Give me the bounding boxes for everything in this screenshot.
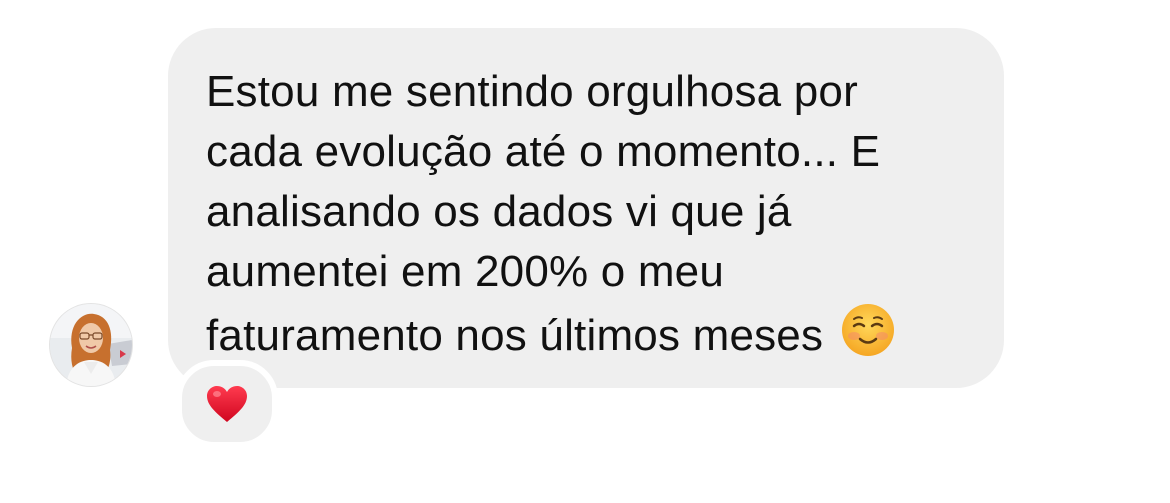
message-line: analisando os dados vi que já: [206, 187, 792, 236]
message-line: Estou me sentindo orgulhosa por: [206, 67, 858, 116]
chat-thread: Estou me sentindo orgulhosa por cada evo…: [0, 0, 1170, 503]
message-bubble[interactable]: Estou me sentindo orgulhosa por cada evo…: [168, 28, 1004, 388]
message-line: cada evolução até o momento... E: [206, 127, 881, 176]
avatar-photo: [50, 304, 132, 386]
reaction-badge[interactable]: [176, 360, 278, 448]
message-line: aumentei em 200% o meu: [206, 247, 725, 296]
red-heart-icon: [205, 384, 249, 424]
sender-avatar[interactable]: [50, 304, 132, 386]
message-line-last: faturamento nos últimos meses: [206, 302, 972, 374]
smiling-face-icon: [840, 302, 896, 374]
message-line: faturamento nos últimos meses: [206, 311, 824, 360]
message-text: Estou me sentindo orgulhosa por cada evo…: [206, 62, 972, 374]
